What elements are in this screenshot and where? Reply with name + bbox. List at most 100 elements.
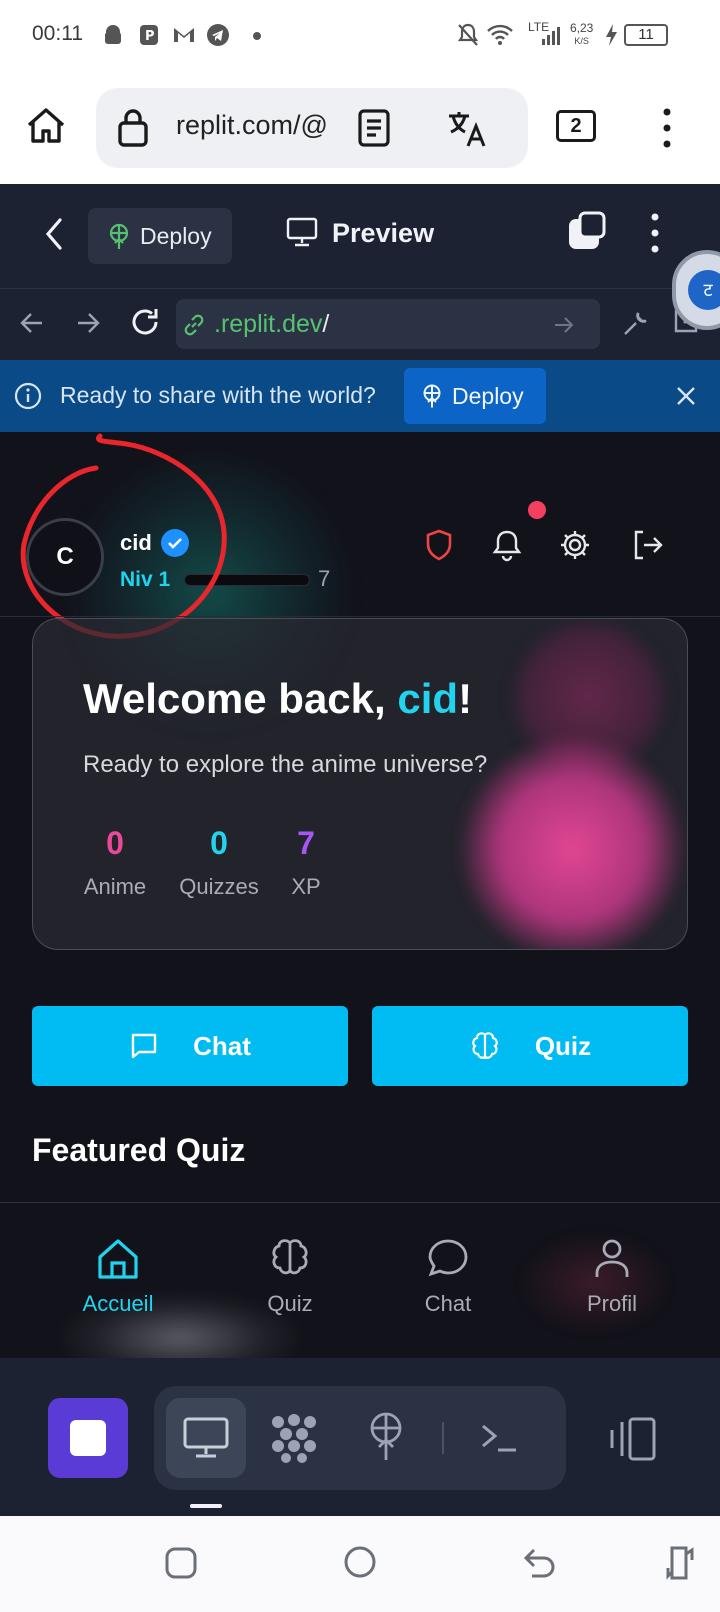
app-viewport: C cid Niv 1 7 Welcome back, cid! Ready t… [0, 432, 720, 1358]
app-notification-icon: P [140, 25, 158, 45]
replit-bottom-bar [0, 1358, 720, 1516]
more-notifications-icon [253, 32, 261, 40]
tab-preview[interactable] [166, 1398, 246, 1478]
home-indicator [190, 1504, 222, 1508]
welcome-subtitle: Ready to explore the anime universe? [83, 751, 488, 778]
android-nav-bar [0, 1516, 720, 1612]
deploy-banner: Ready to share with the world? Deploy [0, 360, 720, 432]
stat-value: 7 [297, 825, 315, 861]
battery-indicator: 11 [624, 24, 668, 46]
xp-value: 7 [318, 566, 331, 591]
stat-label: Anime [83, 874, 147, 899]
terminal-icon[interactable] [478, 1418, 520, 1458]
back-icon[interactable] [42, 216, 66, 252]
telegram-icon [207, 24, 229, 46]
gmail-icon [174, 28, 194, 42]
stat-value: 0 [210, 825, 228, 861]
chat-button-label: Chat [193, 1030, 251, 1061]
gear-icon[interactable] [558, 528, 592, 562]
nav-label: Profil [586, 1291, 638, 1316]
nav-item-accueil[interactable]: Accueil [58, 1235, 178, 1317]
lock-icon [118, 109, 148, 147]
url-text: replit.com/@ [176, 110, 328, 140]
workspace-tabs [154, 1386, 566, 1490]
url-bar[interactable]: replit.com/@ [96, 88, 528, 168]
stat-value: 0 [106, 825, 124, 861]
nav-item-quiz[interactable]: Quiz [230, 1235, 350, 1317]
browser-toolbar: replit.com/@ 2 [0, 72, 720, 184]
reload-icon[interactable] [128, 305, 162, 339]
monitor-icon [286, 217, 318, 247]
tab-count-button[interactable]: 2 [556, 110, 596, 142]
network-speed: 6,23 K/S [570, 21, 594, 46]
translate-icon[interactable] [446, 108, 488, 148]
tab-divider [442, 1422, 444, 1454]
banner-deploy-label: Deploy [452, 383, 524, 409]
deploy-icon[interactable] [366, 1410, 406, 1462]
shield-icon[interactable] [424, 528, 454, 562]
home-icon [98, 1239, 138, 1279]
bell-icon[interactable] [490, 528, 524, 562]
chat-button[interactable]: Chat [32, 1006, 348, 1086]
panels-icon[interactable] [608, 1416, 658, 1462]
deploy-icon [423, 384, 441, 408]
preview-label[interactable]: Preview [332, 218, 434, 249]
user-icon [595, 1239, 629, 1277]
banner-deploy-button[interactable]: Deploy [404, 368, 546, 424]
devtools-icon[interactable] [620, 307, 652, 339]
close-icon[interactable] [674, 384, 698, 408]
featured-quiz-heading: Featured Quiz [32, 1132, 246, 1168]
message-square-icon [131, 1033, 157, 1059]
nav-forward-icon[interactable] [74, 309, 102, 337]
bottom-nav: Accueil Quiz Chat Profil [0, 1203, 720, 1358]
deploy-icon [109, 223, 129, 249]
charging-icon [606, 24, 617, 46]
welcome-card: Welcome back, cid! Ready to explore the … [32, 618, 688, 950]
translate-bubble-icon: ट [688, 270, 720, 310]
stat-anime: 0 Anime [77, 825, 153, 900]
home-button-icon[interactable] [342, 1544, 378, 1580]
stop-button[interactable] [48, 1398, 128, 1478]
quiz-button-label: Quiz [534, 1030, 592, 1061]
nav-back-icon[interactable] [18, 309, 46, 337]
svg-text:P: P [145, 29, 155, 44]
recents-icon[interactable] [164, 1546, 198, 1580]
reader-mode-icon[interactable] [356, 108, 392, 148]
nav-item-chat[interactable]: Chat [388, 1235, 508, 1317]
pink-blob-decoration [457, 739, 687, 949]
wifi-icon [487, 24, 513, 45]
notification-dot [528, 501, 546, 519]
replit-menu-icon[interactable] [650, 212, 660, 254]
agent-icon[interactable] [268, 1412, 320, 1464]
browser-menu-icon[interactable] [662, 106, 672, 150]
deploy-button[interactable]: Deploy [88, 208, 232, 264]
logout-icon[interactable] [630, 528, 664, 562]
monitor-icon [183, 1417, 229, 1458]
preview-url-text: .replit.dev/ [214, 310, 330, 338]
replit-header: Deploy Preview [0, 184, 720, 288]
brain-icon [471, 1032, 498, 1059]
nav-label: Accueil [82, 1291, 154, 1316]
home-icon[interactable] [24, 104, 68, 148]
replit-webview-nav: .replit.dev/ [0, 288, 720, 360]
banner-text: Ready to share with the world? [60, 382, 376, 408]
nav-label: Chat [424, 1291, 472, 1316]
link-icon [184, 314, 204, 336]
back-button-icon[interactable] [522, 1546, 558, 1580]
tabs-icon[interactable] [566, 210, 608, 252]
rotate-icon[interactable] [666, 1544, 696, 1582]
stat-quizzes: 0 Quizzes [175, 825, 263, 900]
signal-icon [542, 27, 560, 45]
silent-icon [457, 23, 479, 46]
nav-item-profil[interactable]: Profil [552, 1235, 672, 1317]
chat-bubble-icon [428, 1239, 468, 1277]
welcome-heading: Welcome back, cid! [83, 675, 473, 722]
info-icon [14, 382, 42, 410]
header-divider [0, 616, 720, 617]
deploy-label: Deploy [140, 223, 212, 249]
preview-url-field[interactable]: .replit.dev/ [176, 299, 600, 349]
stat-xp: 7 XP [283, 825, 329, 900]
android-icon [105, 25, 121, 44]
go-arrow-icon[interactable] [552, 313, 576, 337]
quiz-button[interactable]: Quiz [372, 1006, 688, 1086]
